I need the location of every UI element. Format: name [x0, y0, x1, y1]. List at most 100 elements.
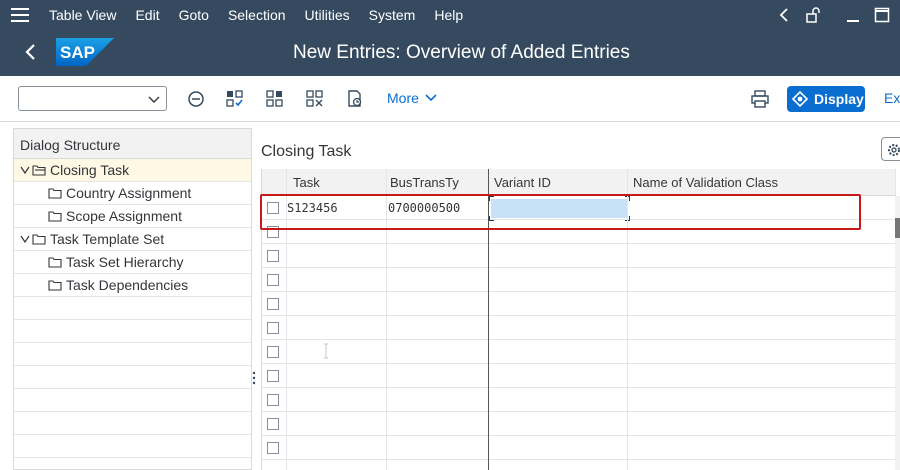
variant-id-input[interactable]: [489, 196, 630, 221]
tree-item-task-template-set[interactable]: Task Template Set: [14, 228, 251, 251]
scrollbar-thumb[interactable]: [895, 218, 900, 238]
menu-help[interactable]: Help: [434, 7, 463, 23]
tree-empty-row: [14, 343, 251, 366]
table-row[interactable]: [262, 220, 896, 244]
tree-item-country-assignment[interactable]: Country Assignment: [14, 182, 251, 205]
column-divider: [627, 169, 628, 470]
col-header-variant-id[interactable]: Variant ID: [494, 175, 551, 190]
col-header-bustransty[interactable]: BusTransTy: [390, 175, 459, 190]
table-row[interactable]: [262, 364, 896, 388]
table-row[interactable]: [262, 316, 896, 340]
folder-icon: [48, 188, 62, 199]
tree-empty-row: [14, 412, 251, 435]
transport-icon[interactable]: [345, 89, 365, 109]
sap-logo: SAP: [56, 38, 114, 66]
cell-bustransty[interactable]: 0700000500: [388, 201, 460, 215]
column-divider: [386, 169, 387, 470]
application-toolbar: More Display Ex: [0, 76, 900, 122]
print-icon[interactable]: [750, 89, 770, 109]
menu-edit[interactable]: Edit: [135, 7, 159, 23]
exit-button[interactable]: Ex: [884, 90, 900, 106]
table-settings-button[interactable]: [881, 137, 900, 161]
column-divider: [286, 169, 287, 470]
tree-item-scope-assignment[interactable]: Scope Assignment: [14, 205, 251, 228]
table-row[interactable]: [262, 436, 896, 460]
chevron-down-icon: [148, 96, 160, 103]
splitter-handle[interactable]: [252, 370, 256, 386]
menu-system[interactable]: System: [369, 7, 416, 23]
folder-open-icon: [32, 165, 46, 176]
table-header: Task BusTransTy Variant ID Name of Valid…: [262, 169, 896, 196]
table-row[interactable]: [262, 388, 896, 412]
table-row[interactable]: [262, 412, 896, 436]
table-row[interactable]: [262, 292, 896, 316]
row-selector-checkbox[interactable]: [267, 418, 279, 430]
menu-items: Table View Edit Goto Selection Utilities…: [49, 0, 482, 30]
folder-icon: [48, 257, 62, 268]
gear-icon: [888, 144, 900, 156]
row-selector-checkbox[interactable]: [267, 370, 279, 382]
tree-item-label: Country Assignment: [66, 185, 192, 201]
tree-item-closing-task[interactable]: Closing Task: [14, 159, 251, 182]
row-selector-checkbox[interactable]: [267, 202, 279, 214]
tree-item-task-set-hierarchy[interactable]: Task Set Hierarchy: [14, 251, 251, 274]
vertical-scrollbar[interactable]: [895, 196, 900, 470]
row-selector-checkbox[interactable]: [267, 346, 279, 358]
display-toggle-icon: [792, 91, 809, 107]
table-row[interactable]: [262, 268, 896, 292]
table-row[interactable]: [262, 340, 896, 364]
row-selector-checkbox[interactable]: [267, 322, 279, 334]
folder-icon: [32, 234, 46, 245]
table-row[interactable]: [262, 244, 896, 268]
chevron-left-icon[interactable]: [776, 7, 792, 23]
text-cursor-icon: [324, 343, 328, 359]
table-row[interactable]: S123456 0700000500: [262, 196, 896, 221]
row-selector-checkbox[interactable]: [267, 394, 279, 406]
tree-item-label: Task Set Hierarchy: [66, 254, 184, 270]
chevron-down-icon: [425, 94, 437, 102]
tree-item-label: Scope Assignment: [66, 208, 182, 224]
maximize-icon[interactable]: [874, 7, 890, 23]
row-selector-checkbox[interactable]: [267, 250, 279, 262]
tree-item-task-dependencies[interactable]: Task Dependencies: [14, 274, 251, 297]
menu-goto[interactable]: Goto: [179, 7, 209, 23]
col-header-validation-class[interactable]: Name of Validation Class: [633, 175, 778, 190]
back-arrow-icon[interactable]: [21, 42, 41, 62]
dialog-structure-title: Dialog Structure: [14, 129, 251, 159]
page-title: New Entries: Overview of Added Entries: [293, 42, 630, 63]
unlock-icon[interactable]: [805, 7, 821, 23]
tree-empty-row: [14, 320, 251, 343]
select-block-icon[interactable]: [265, 89, 285, 109]
cell-focus-corner: [489, 196, 494, 201]
menu-utilities[interactable]: Utilities: [305, 7, 350, 23]
deselect-all-icon[interactable]: [305, 89, 325, 109]
select-all-icon[interactable]: [225, 89, 245, 109]
more-button[interactable]: More: [387, 90, 437, 106]
tree-item-label: Task Dependencies: [66, 277, 189, 293]
expand-triangle-icon[interactable]: [20, 235, 30, 243]
display-label: Display: [814, 91, 864, 107]
menu-selection[interactable]: Selection: [228, 7, 286, 23]
fixed-column-divider[interactable]: [488, 169, 489, 470]
entries-table: Task BusTransTy Variant ID Name of Valid…: [261, 169, 896, 470]
shell-header: SAP New Entries: Overview of Added Entri…: [0, 30, 900, 76]
expand-triangle-icon[interactable]: [20, 166, 30, 174]
menu-bar: Table View Edit Goto Selection Utilities…: [0, 0, 900, 30]
row-selector-checkbox[interactable]: [267, 274, 279, 286]
remove-circle-icon[interactable]: [186, 89, 206, 109]
minimize-icon[interactable]: [845, 7, 861, 23]
hamburger-menu-icon[interactable]: [11, 8, 29, 22]
display-button[interactable]: Display: [787, 86, 865, 112]
menu-table-view[interactable]: Table View: [49, 7, 116, 23]
toolbar-select[interactable]: [18, 86, 167, 111]
folder-icon: [48, 280, 62, 291]
col-header-task[interactable]: Task: [293, 175, 320, 190]
cell-task[interactable]: S123456: [287, 201, 338, 215]
folder-icon: [48, 211, 62, 222]
row-selector-checkbox[interactable]: [267, 442, 279, 454]
row-selector-checkbox[interactable]: [267, 226, 279, 238]
row-selector-checkbox[interactable]: [267, 298, 279, 310]
tree-item-label: Closing Task: [50, 162, 130, 178]
tree-empty-row: [14, 366, 251, 389]
sap-logo-text: SAP: [60, 43, 95, 62]
